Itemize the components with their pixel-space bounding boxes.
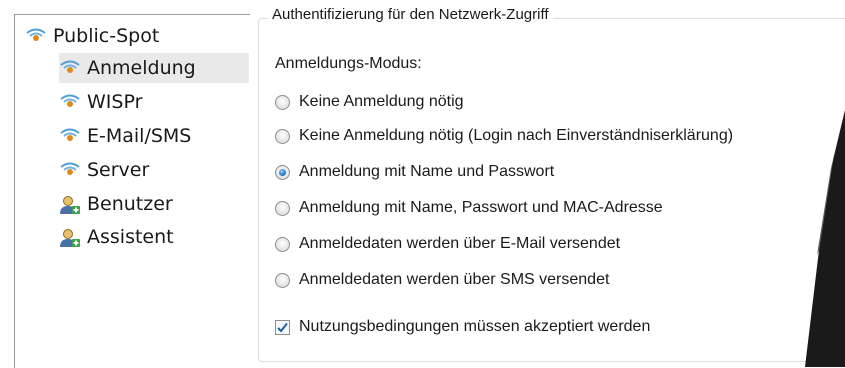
- tree-item-email-sms[interactable]: E-Mail/SMS: [59, 121, 249, 151]
- tree-item-wispr[interactable]: WISPr: [59, 87, 249, 117]
- terms-checkbox[interactable]: [275, 319, 290, 335]
- checkbox-label: Nutzungsbedingungen müssen akzeptiert we…: [299, 318, 651, 335]
- tree-item-label: Assistent: [87, 226, 174, 248]
- tree-item-label: Benutzer: [87, 193, 173, 215]
- radio-label: Anmeldung mit Name, Passwort und MAC-Adr…: [299, 199, 663, 216]
- tree-item-label: WISPr: [87, 91, 143, 113]
- terms-checkbox-row[interactable]: Nutzungsbedingungen müssen akzeptiert we…: [275, 315, 650, 339]
- wifi-icon: [59, 127, 81, 145]
- radio-no-login-consent[interactable]: Keine Anmeldung nötig (Login nach Einver…: [275, 124, 733, 148]
- radio-sms[interactable]: Anmeldedaten werden über SMS versendet: [275, 268, 609, 292]
- radio-button[interactable]: [275, 128, 290, 144]
- radio-label: Keine Anmeldung nötig (Login nach Einver…: [299, 127, 734, 144]
- wifi-icon: [59, 93, 81, 111]
- device-frame-edge: [805, 110, 845, 367]
- tree-item-label: Server: [87, 159, 150, 181]
- tree-item-label: Public-Spot: [53, 25, 160, 47]
- radio-button[interactable]: [275, 200, 290, 216]
- wifi-icon: [59, 161, 81, 179]
- radio-button[interactable]: [275, 272, 290, 288]
- tree-item-server[interactable]: Server: [59, 155, 249, 185]
- tree-item-assistent[interactable]: Assistent: [59, 222, 249, 252]
- tree-item-label: Anmeldung: [87, 57, 196, 79]
- tree-item-public-spot[interactable]: Public-Spot: [25, 21, 159, 51]
- radio-no-login[interactable]: Keine Anmeldung nötig: [275, 90, 464, 114]
- tree-item-benutzer[interactable]: Benutzer: [59, 189, 249, 219]
- radio-name-password[interactable]: Anmeldung mit Name und Passwort: [275, 160, 554, 184]
- navigation-tree: Public-Spot Anmeldung WISPr E-Mail/SMS S…: [14, 14, 250, 368]
- wifi-icon: [25, 27, 47, 45]
- radio-email[interactable]: Anmeldedaten werden über E-Mail versende…: [275, 232, 620, 256]
- tree-item-label: E-Mail/SMS: [87, 125, 192, 147]
- radio-label: Keine Anmeldung nötig: [299, 93, 464, 110]
- radio-label: Anmeldedaten werden über E-Mail versende…: [299, 235, 621, 252]
- user-add-icon: [59, 228, 81, 247]
- groupbox-title: Authentifizierung für den Netzwerk-Zugri…: [268, 6, 553, 23]
- checkmark-icon: [277, 322, 288, 332]
- radio-name-password-mac[interactable]: Anmeldung mit Name, Passwort und MAC-Adr…: [275, 196, 663, 220]
- login-mode-label: Anmeldungs-Modus:: [275, 55, 422, 72]
- radio-button[interactable]: [275, 236, 290, 252]
- radio-label: Anmeldedaten werden über SMS versendet: [299, 271, 610, 288]
- radio-label: Anmeldung mit Name und Passwort: [299, 163, 555, 180]
- tree-item-anmeldung[interactable]: Anmeldung: [59, 53, 249, 83]
- radio-button[interactable]: [275, 164, 290, 180]
- wifi-icon: [59, 59, 81, 77]
- user-add-icon: [59, 195, 81, 214]
- radio-button[interactable]: [275, 94, 290, 110]
